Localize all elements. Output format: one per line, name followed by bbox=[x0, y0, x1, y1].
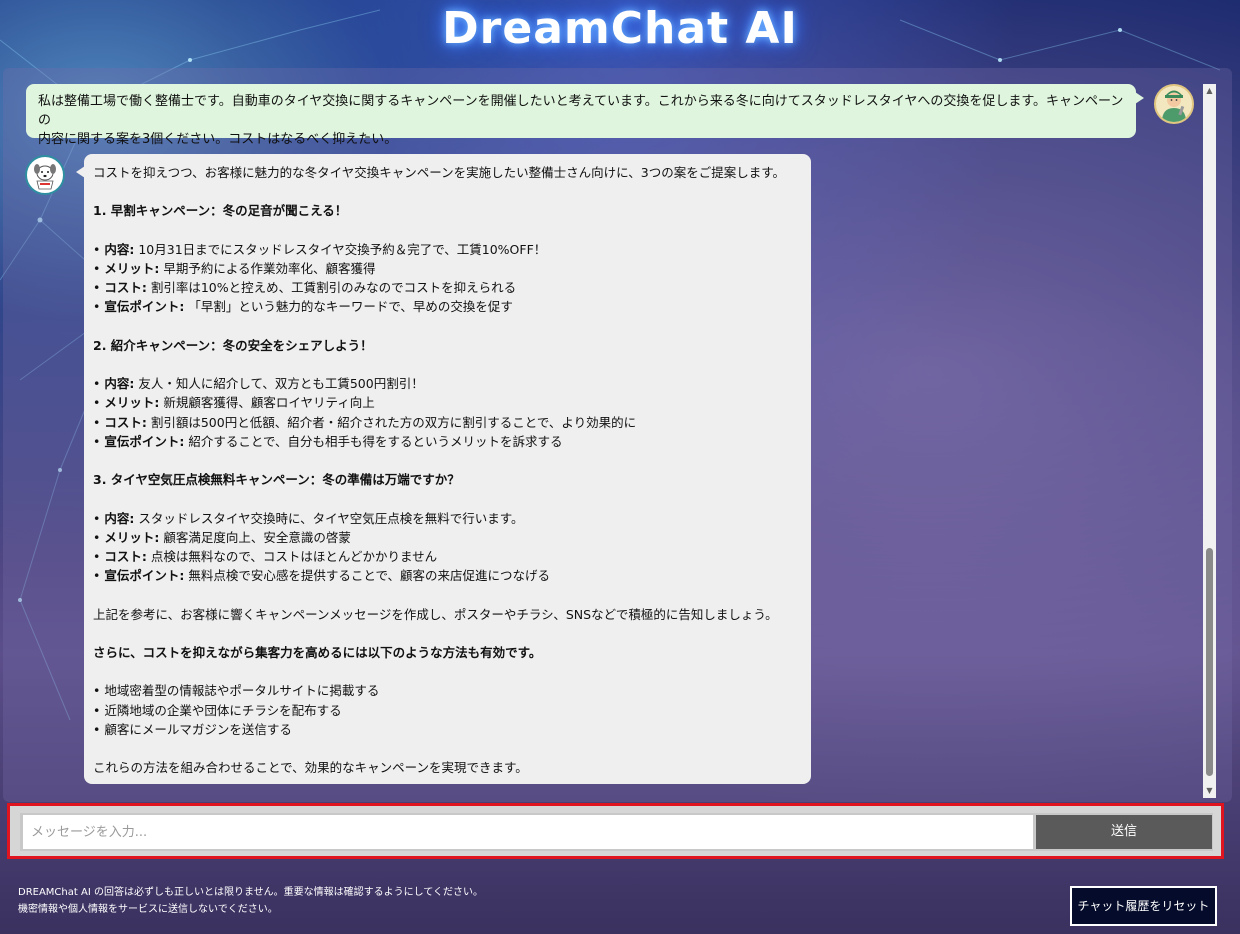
user-message-line: 私は整備工場で働く整備士です。自動車のタイヤ交換に関するキャンペーンを開催したい… bbox=[38, 94, 1124, 128]
scroll-up-arrow-icon[interactable]: ▲ bbox=[1203, 84, 1216, 98]
app-title: DreamChat AI bbox=[442, 3, 798, 54]
assistant-summary: 上記を参考に、お客様に響くキャンペーンメッセージを作成し、ポスターやチラシ、SN… bbox=[93, 606, 778, 622]
plan-item: • メリット: 顧客満足度向上、安全意識の啓蒙 bbox=[93, 529, 351, 545]
input-row: 送信 bbox=[20, 813, 1213, 851]
extra-heading: さらに、コストを抑えながら集客力を高めるには以下のような方法も有効です。 bbox=[93, 644, 542, 660]
plan-item: • メリット: 早期予約による作業効率化、顧客獲得 bbox=[93, 260, 376, 276]
plan-item: • コスト: 割引額は500円と低額、紹介者・紹介された方の双方に割引することで… bbox=[93, 414, 637, 430]
assistant-closing: これらの方法を組み合わせることで、効果的なキャンペーンを実現できます。 bbox=[93, 760, 528, 776]
plan-item: • 内容: 友人・知人に紹介して、双方とも工賃500円割引！ bbox=[93, 376, 424, 392]
user-message: 私は整備工場で働く整備士です。自動車のタイヤ交換に関するキャンペーンを開催したい… bbox=[26, 84, 1144, 147]
plan-item: • 宣伝ポイント: 無料点検で安心感を提供することで、顧客の来店促進につなげる bbox=[93, 568, 550, 584]
chat-scrollbar[interactable]: ▲ ▼ bbox=[1203, 84, 1216, 798]
disclaimer-line: DREAMChat AI の回答は必ずしも正しいとは限りません。重要な情報は確認… bbox=[18, 887, 484, 898]
extra-item: • 地域密着型の情報誌やポータルサイトに掲載する bbox=[93, 683, 380, 699]
scroll-thumb[interactable] bbox=[1206, 548, 1213, 776]
message-input-area: 送信 bbox=[7, 803, 1224, 859]
scroll-down-arrow-icon[interactable]: ▼ bbox=[1203, 784, 1216, 798]
reset-chat-button[interactable]: チャット履歴をリセット bbox=[1070, 886, 1217, 926]
plan-item: • 宣伝ポイント: 紹介することで、自分も相手も得をするというメリットを訴求する bbox=[93, 433, 563, 449]
plan-item: • コスト: 点検は無料なので、コストはほとんどかかりません bbox=[93, 548, 438, 564]
plan-item: • メリット: 新規顧客獲得、顧客ロイヤリティ向上 bbox=[93, 395, 375, 411]
plan-item: • 内容: スタッドレスタイヤ交換時に、タイヤ空気圧点検を無料で行います。 bbox=[93, 510, 524, 526]
plan-heading: 1. 早割キャンペーン：冬の足音が聞こえる！ bbox=[93, 203, 348, 219]
plan-item: • 内容: 10月31日までにスタッドレスタイヤ交換予約＆完了で、工賃10%OF… bbox=[93, 241, 547, 257]
assistant-message: コストを抑えつつ、お客様に魅力的な冬タイヤ交換キャンペーンを実施したい整備士さん… bbox=[76, 154, 811, 784]
plan-item: • コスト: 割引率は10%と控えめ、工賃割引のみなのでコストを抑えられる bbox=[93, 280, 517, 296]
mechanic-avatar-icon bbox=[1154, 84, 1194, 124]
dog-mascot-avatar-icon bbox=[25, 155, 65, 195]
plan-heading: 2. 紹介キャンペーン：冬の安全をシェアしよう！ bbox=[93, 337, 373, 353]
message-input[interactable] bbox=[23, 815, 1033, 849]
send-button[interactable]: 送信 bbox=[1036, 815, 1212, 849]
disclaimer: DREAMChat AI の回答は必ずしも正しいとは限りません。重要な情報は確認… bbox=[18, 884, 618, 918]
disclaimer-line: 機密情報や個人情報をサービスに送信しないでください。 bbox=[18, 904, 278, 915]
user-message-line: 内容に関する案を3個ください。コストはなるべく抑えたい。 bbox=[38, 132, 398, 147]
extra-item: • 近隣地域の企業や団体にチラシを配布する bbox=[93, 702, 342, 718]
extra-item: • 顧客にメールマガジンを送信する bbox=[93, 721, 292, 737]
plan-item: • 宣伝ポイント: 「早割」という魅力的なキーワードで、早めの交換を促す bbox=[93, 299, 513, 315]
assistant-intro: コストを抑えつつ、お客様に魅力的な冬タイヤ交換キャンペーンを実施したい整備士さん… bbox=[93, 165, 785, 180]
plan-heading: 3. タイヤ空気圧点検無料キャンペーン：冬の準備は万端ですか？ bbox=[93, 472, 460, 488]
